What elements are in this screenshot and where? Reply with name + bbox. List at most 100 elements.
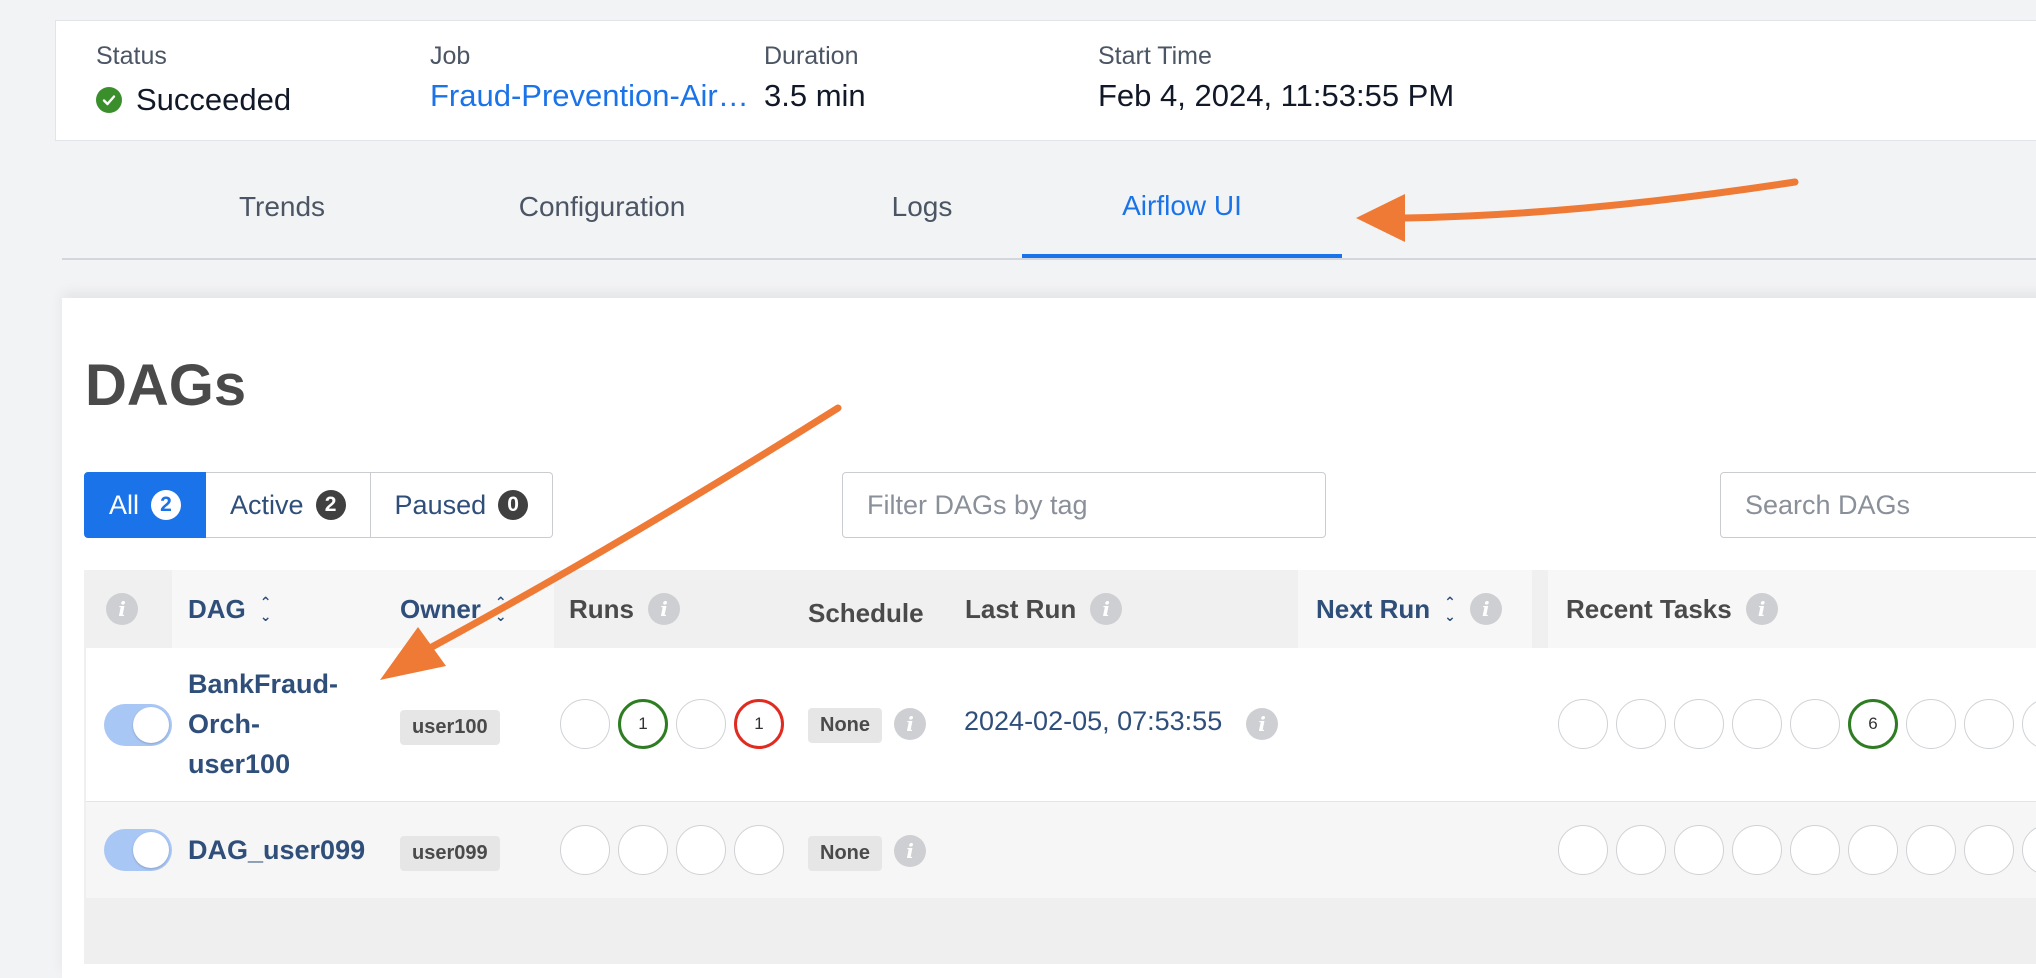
header-schedule-label: Schedule	[808, 597, 924, 628]
dag-name-link[interactable]: BankFraud- Orch- user100	[188, 664, 338, 784]
header-recent-tasks: Recent Tasks i	[1548, 570, 2036, 648]
info-icon[interactable]: i	[648, 593, 680, 625]
run-state-circle[interactable]	[618, 825, 668, 875]
info-icon[interactable]: i	[894, 708, 926, 740]
last-run-link[interactable]: 2024-02-05, 07:53:55	[964, 706, 1222, 737]
task-state-circle[interactable]	[1732, 699, 1782, 749]
filter-active-label: Active	[230, 489, 304, 520]
task-state-circle[interactable]	[1790, 699, 1840, 749]
owner-tag[interactable]: user099	[400, 836, 500, 871]
info-icon[interactable]: i	[1469, 593, 1502, 625]
toggle-knob	[133, 832, 169, 868]
filter-all-count: 2	[151, 490, 182, 520]
header-dag[interactable]: DAG ⌃ ⌄	[172, 570, 382, 648]
dag-name-line: user100	[188, 749, 291, 779]
header-next-run[interactable]: Next Run ⌃ ⌄ i	[1298, 570, 1532, 648]
info-icon[interactable]: i	[894, 835, 926, 867]
dag-name-link[interactable]: DAG_user099	[188, 830, 365, 870]
duration-label: Duration	[764, 42, 859, 70]
schedule-tag: None	[808, 708, 882, 743]
dag-name-line: Orch-	[188, 709, 261, 739]
tab-airflow-ui[interactable]: Airflow UI	[1022, 158, 1342, 258]
task-state-circle[interactable]	[2022, 699, 2036, 749]
task-state-circle[interactable]	[1674, 825, 1724, 875]
task-state-circle[interactable]	[1732, 825, 1782, 875]
task-state-circle[interactable]	[1906, 825, 1956, 875]
run-state-circle[interactable]	[560, 825, 610, 875]
start-time-value: Feb 4, 2024, 11:53:55 PM	[1098, 78, 1455, 113]
page-title: DAGs	[85, 353, 247, 418]
tab-trends[interactable]: Trends	[122, 158, 442, 256]
task-state-circle[interactable]	[1616, 699, 1666, 749]
run-state-circle[interactable]	[676, 825, 726, 875]
header-last-run: Last Run i	[965, 570, 1123, 648]
filter-all-button[interactable]: All 2	[84, 472, 207, 538]
header-runs-label: Runs	[569, 593, 634, 624]
duration-column: Duration 3.5 min	[764, 39, 866, 117]
filter-all-label: All	[109, 489, 140, 520]
table-header: i DAG ⌃ ⌄ Owner ⌃ ⌄ Runs i Schedule Last R…	[84, 570, 2036, 648]
sort-icon: ⌃ ⌄	[259, 594, 272, 624]
info-icon[interactable]: i	[1745, 593, 1778, 625]
tag-filter-input[interactable]	[842, 472, 1326, 538]
task-state-circle[interactable]: 6	[1848, 699, 1898, 749]
header-schedule: Schedule	[808, 574, 924, 652]
header-last-run-label: Last Run	[965, 593, 1077, 624]
owner-tag[interactable]: user100	[400, 710, 500, 745]
table-row: DAG_user099 user099 None i	[86, 802, 2036, 898]
filter-active-button[interactable]: Active 2	[206, 472, 371, 538]
status-column: Status Succeeded	[96, 39, 291, 121]
sort-icon: ⌃ ⌄	[494, 594, 507, 624]
info-icon[interactable]: i	[106, 593, 138, 625]
filter-paused-count: 0	[498, 490, 529, 520]
tab-bar: Trends Configuration Logs Airflow UI	[62, 158, 2036, 260]
filter-paused-label: Paused	[394, 489, 487, 520]
check-circle-icon	[96, 87, 122, 113]
dag-pause-toggle[interactable]	[104, 704, 172, 746]
dag-pause-toggle[interactable]	[104, 829, 172, 871]
task-state-circle[interactable]	[1674, 699, 1724, 749]
task-state-circle[interactable]	[1790, 825, 1840, 875]
header-recent-tasks-label: Recent Tasks	[1566, 593, 1732, 624]
start-time-label: Start Time	[1098, 42, 1212, 70]
task-state-circle[interactable]	[1964, 699, 2014, 749]
status-filter-group: All 2 Active 2 Paused 0	[84, 472, 554, 538]
task-state-circle[interactable]	[2022, 825, 2036, 875]
header-next-run-label: Next Run	[1316, 593, 1431, 624]
header-owner[interactable]: Owner ⌃ ⌄	[382, 570, 554, 648]
duration-value: 3.5 min	[764, 78, 866, 113]
header-info: i	[106, 570, 138, 648]
run-state-circle[interactable]	[676, 699, 726, 749]
task-state-circle[interactable]	[1558, 825, 1608, 875]
task-state-circle[interactable]	[1848, 825, 1898, 875]
schedule-tag: None	[808, 836, 882, 871]
task-state-circle[interactable]	[1558, 699, 1608, 749]
run-state-circle[interactable]: 1	[618, 699, 668, 749]
tab-configuration[interactable]: Configuration	[442, 158, 762, 256]
header-owner-label: Owner	[400, 593, 481, 624]
dag-name-line: BankFraud-	[188, 669, 339, 699]
job-column: Job Fraud-Prevention-Air…	[430, 39, 749, 117]
sort-icon: ⌃ ⌄	[1444, 594, 1456, 624]
status-value: Succeeded	[136, 82, 292, 117]
divider-band	[62, 260, 2036, 298]
start-time-column: Start Time Feb 4, 2024, 11:53:55 PM	[1098, 39, 1454, 117]
search-dags-input[interactable]	[1720, 472, 2036, 538]
filter-active-count: 2	[315, 490, 346, 520]
job-summary-card: Status Succeeded Job Fraud-Prevention-Ai…	[55, 20, 2036, 141]
status-label: Status	[96, 42, 167, 70]
job-label: Job	[430, 42, 471, 70]
header-dag-label: DAG	[188, 593, 246, 624]
run-state-circle[interactable]: 1	[734, 699, 784, 749]
toggle-knob	[133, 707, 169, 743]
info-icon[interactable]: i	[1246, 708, 1278, 740]
task-state-circle[interactable]	[1906, 699, 1956, 749]
run-state-circle[interactable]	[734, 825, 784, 875]
run-state-circle[interactable]	[560, 699, 610, 749]
header-runs: Runs i	[569, 570, 680, 648]
task-state-circle[interactable]	[1964, 825, 2014, 875]
filter-paused-button[interactable]: Paused 0	[370, 472, 554, 538]
task-state-circle[interactable]	[1616, 825, 1666, 875]
job-link[interactable]: Fraud-Prevention-Air…	[430, 75, 749, 117]
info-icon[interactable]: i	[1090, 593, 1123, 625]
